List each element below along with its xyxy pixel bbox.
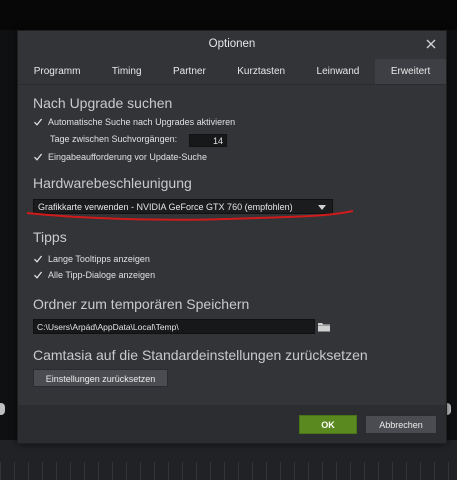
reset-settings-button[interactable]: Einstellungen zurücksetzen	[33, 369, 168, 387]
all-tip-dialogs-row[interactable]: Alle Tipp-Dialoge anzeigen	[33, 270, 155, 280]
tab-leinwand[interactable]: Leinwand	[301, 59, 375, 84]
all-tip-dialogs-label: Alle Tipp-Dialoge anzeigen	[48, 270, 156, 280]
interval-label: Tage zwischen Suchvorgängen:	[50, 134, 178, 144]
timeline-area	[0, 440, 457, 480]
interval-days-input[interactable]: 14	[189, 134, 227, 147]
ok-button[interactable]: OK	[299, 415, 357, 434]
scroll-handle-left[interactable]	[0, 403, 5, 415]
red-underline-annotation	[26, 210, 354, 221]
tab-timing[interactable]: Timing	[96, 59, 157, 84]
temp-folder-input[interactable]: C:\Users\Arpád\AppData\Local\Temp\	[33, 319, 315, 334]
folder-icon[interactable]	[317, 320, 331, 333]
dialog-footer: OK Abbrechen	[18, 405, 446, 443]
reset-heading: Camtasia auf die Standardeinstellungen z…	[33, 347, 368, 363]
checkmark-icon[interactable]	[33, 117, 43, 127]
auto-search-label: Automatische Suche nach Upgrades aktivie…	[48, 117, 236, 127]
tab-programm[interactable]: Programm	[18, 59, 96, 84]
cancel-button[interactable]: Abbrechen	[365, 415, 437, 434]
prompt-before-update-label: Eingabeaufforderung vor Update-Suche	[48, 152, 207, 162]
tab-kurztasten[interactable]: Kurztasten	[222, 59, 301, 84]
advanced-settings-panel: Nach Upgrade suchen Automatische Suche n…	[18, 85, 446, 387]
long-tooltips-label: Lange Tooltipps anzeigen	[48, 254, 150, 264]
long-tooltips-row[interactable]: Lange Tooltipps anzeigen	[33, 254, 150, 264]
dialog-titlebar: Optionen	[18, 31, 446, 59]
tab-bar: Programm Timing Partner Kurztasten Leinw…	[18, 59, 447, 85]
options-dialog: Optionen Programm Timing Partner Kurztas…	[17, 30, 447, 444]
tab-partner[interactable]: Partner	[157, 59, 221, 84]
auto-search-row[interactable]: Automatische Suche nach Upgrades aktivie…	[33, 117, 235, 127]
prompt-before-update-row[interactable]: Eingabeaufforderung vor Update-Suche	[33, 152, 207, 162]
checkmark-icon[interactable]	[33, 254, 43, 264]
dialog-title: Optionen	[208, 38, 256, 50]
upgrade-heading: Nach Upgrade suchen	[33, 95, 173, 111]
checkmark-icon[interactable]	[33, 152, 43, 162]
close-icon[interactable]	[422, 35, 440, 53]
hardware-heading: Hardwarebeschleunigung	[33, 175, 192, 191]
timeline-ruler	[0, 462, 457, 480]
tips-heading: Tipps	[33, 229, 67, 245]
tab-erweitert[interactable]: Erweitert	[375, 59, 447, 84]
temp-folder-heading: Ordner zum temporären Speichern	[33, 296, 250, 312]
checkmark-icon[interactable]	[33, 270, 43, 280]
app-background-top	[0, 0, 457, 30]
